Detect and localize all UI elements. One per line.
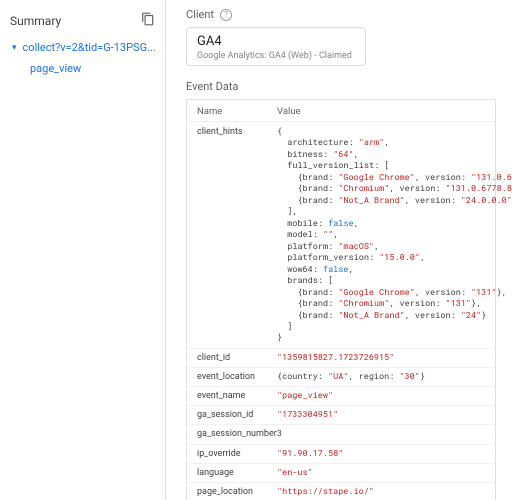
cell-key: client_hints bbox=[197, 126, 277, 138]
cell-key: language bbox=[197, 467, 277, 479]
sidebar-item-label: page_view bbox=[30, 62, 81, 75]
client-section-label: Client ? bbox=[186, 8, 496, 21]
sidebar-item-pageview[interactable]: page_view bbox=[8, 58, 157, 79]
cell-value: "91.90.17.58" bbox=[277, 448, 485, 459]
summary-label: Summary bbox=[10, 14, 61, 28]
cell-value: {country: "UA", region: "30"} bbox=[277, 371, 485, 382]
table-row: ip_override"91.90.17.58" bbox=[187, 445, 495, 464]
table-row: ga_session_id"1733304951" bbox=[187, 406, 495, 425]
cell-key: event_name bbox=[197, 390, 277, 402]
cell-key: event_location bbox=[197, 371, 277, 383]
client-name: GA4 bbox=[197, 34, 355, 49]
cell-key: ip_override bbox=[197, 448, 277, 460]
table-row: ga_session_number3 bbox=[187, 425, 495, 444]
table-row: event_location{country: "UA", region: "3… bbox=[187, 368, 495, 387]
event-data-card: Name Value client_hints { architecture: … bbox=[186, 99, 496, 500]
cell-key: ga_session_id bbox=[197, 409, 277, 421]
copy-icon[interactable] bbox=[141, 12, 155, 29]
summary-header: Summary bbox=[8, 10, 157, 37]
col-name-header: Name bbox=[197, 106, 277, 117]
main: Client ? GA4 Google Analytics: GA4 (Web)… bbox=[166, 0, 512, 500]
cell-value: "1733304951" bbox=[277, 409, 485, 420]
sidebar: Summary ▾ collect?v=2&tid=G-13PSG... pag… bbox=[0, 0, 166, 500]
cell-value: "page_view" bbox=[277, 390, 485, 401]
event-table-header: Name Value bbox=[187, 100, 495, 122]
event-section-label: Event Data bbox=[186, 80, 496, 93]
sidebar-item-label: collect?v=2&tid=G-13PSG... bbox=[23, 41, 156, 54]
row-client-hints: client_hints { architecture: "arm", bitn… bbox=[187, 122, 495, 349]
sidebar-item-collect[interactable]: ▾ collect?v=2&tid=G-13PSG... bbox=[8, 37, 157, 58]
cell-value: "en-us" bbox=[277, 467, 485, 478]
cell-key: client_id bbox=[197, 352, 277, 364]
client-label-text: Client bbox=[186, 8, 214, 21]
cell-key: page_location bbox=[197, 486, 277, 498]
cell-value: { architecture: "arm", bitness: "64", fu… bbox=[277, 126, 512, 344]
cell-value: "https://stape.io/" bbox=[277, 486, 485, 497]
table-row: language"en-us" bbox=[187, 464, 495, 483]
client-subtext: Google Analytics: GA4 (Web) - Claimed bbox=[197, 51, 355, 61]
cell-value: "1359815827.1723726915" bbox=[277, 352, 485, 363]
table-row: event_name"page_view" bbox=[187, 387, 495, 406]
help-icon[interactable]: ? bbox=[220, 9, 232, 21]
table-row: client_id"1359815827.1723726915" bbox=[187, 349, 495, 368]
caret-down-icon: ▾ bbox=[12, 43, 17, 53]
cell-value: 3 bbox=[277, 428, 485, 439]
cell-key: ga_session_number bbox=[197, 428, 277, 440]
table-row: page_location"https://stape.io/" bbox=[187, 483, 495, 500]
client-box[interactable]: GA4 Google Analytics: GA4 (Web) - Claime… bbox=[186, 27, 366, 66]
col-value-header: Value bbox=[277, 106, 485, 117]
